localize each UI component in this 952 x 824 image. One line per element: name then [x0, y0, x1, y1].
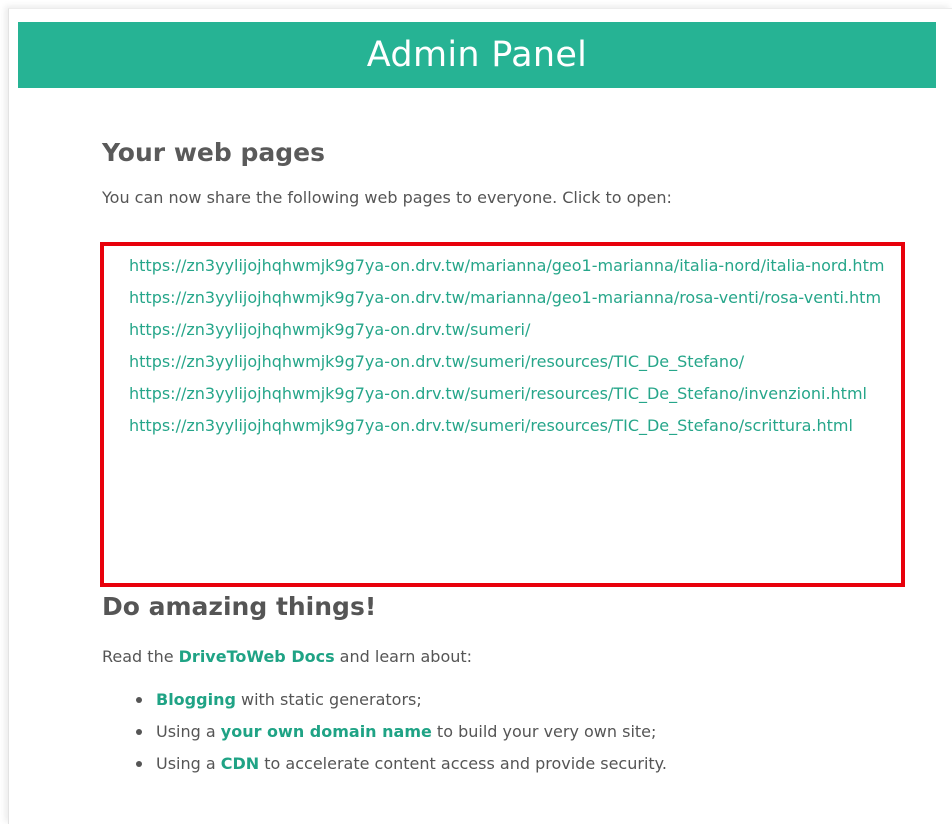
bullet-icon [136, 761, 142, 767]
amazing-title: Do amazing things! [102, 592, 377, 621]
web-page-link[interactable]: https://zn3yylijojhqhwmjk9g7ya-on.drv.tw… [129, 416, 853, 435]
amazing-section: Do amazing things! Read the DriveToWeb D… [102, 590, 902, 780]
docs-line: Read the DriveToWeb Docs and learn about… [102, 644, 902, 670]
blogging-link[interactable]: Blogging [156, 690, 236, 709]
list-item: https://zn3yylijojhqhwmjk9g7ya-on.drv.tw… [129, 282, 889, 314]
feature-item-cdn: Using a CDN to accelerate content access… [132, 748, 902, 780]
docs-link[interactable]: DriveToWeb Docs [179, 647, 335, 666]
web-page-link[interactable]: https://zn3yylijojhqhwmjk9g7ya-on.drv.tw… [129, 288, 881, 307]
docs-suffix: and learn about: [334, 647, 473, 666]
admin-header: Admin Panel [18, 22, 936, 88]
feature-suffix: with static generators; [235, 690, 422, 709]
bullet-icon [136, 729, 142, 735]
feature-prefix: Using a [156, 754, 221, 773]
feature-list: Blogging with static generators; Using a… [132, 684, 902, 780]
list-item: https://zn3yylijojhqhwmjk9g7ya-on.drv.tw… [129, 346, 889, 378]
web-pages-section: Your web pages You can now share the fol… [102, 136, 902, 211]
feature-item-blogging: Blogging with static generators; [132, 684, 902, 716]
feature-prefix: Using a [156, 722, 221, 741]
list-item: https://zn3yylijojhqhwmjk9g7ya-on.drv.tw… [129, 314, 889, 346]
web-page-link[interactable]: https://zn3yylijojhqhwmjk9g7ya-on.drv.tw… [129, 352, 744, 371]
feature-item-domain: Using a your own domain name to build yo… [132, 716, 902, 748]
list-item: https://zn3yylijojhqhwmjk9g7ya-on.drv.tw… [129, 378, 889, 410]
web-page-link[interactable]: https://zn3yylijojhqhwmjk9g7ya-on.drv.tw… [129, 320, 530, 339]
list-item: https://zn3yylijojhqhwmjk9g7ya-on.drv.tw… [129, 250, 889, 282]
page-title: Admin Panel [366, 35, 588, 75]
feature-suffix: to accelerate content access and provide… [259, 754, 667, 773]
web-pages-list: https://zn3yylijojhqhwmjk9g7ya-on.drv.tw… [129, 250, 889, 442]
cdn-link[interactable]: CDN [221, 754, 259, 773]
web-page-link[interactable]: https://zn3yylijojhqhwmjk9g7ya-on.drv.tw… [129, 256, 884, 275]
web-pages-intro: You can now share the following web page… [102, 188, 672, 207]
web-pages-title: Your web pages [102, 138, 325, 167]
list-item: https://zn3yylijojhqhwmjk9g7ya-on.drv.tw… [129, 410, 889, 442]
feature-suffix: to build your very own site; [431, 722, 657, 741]
web-page-link[interactable]: https://zn3yylijojhqhwmjk9g7ya-on.drv.tw… [129, 384, 867, 403]
docs-prefix: Read the [102, 647, 179, 666]
domain-link[interactable]: your own domain name [221, 722, 432, 741]
bullet-icon [136, 697, 142, 703]
